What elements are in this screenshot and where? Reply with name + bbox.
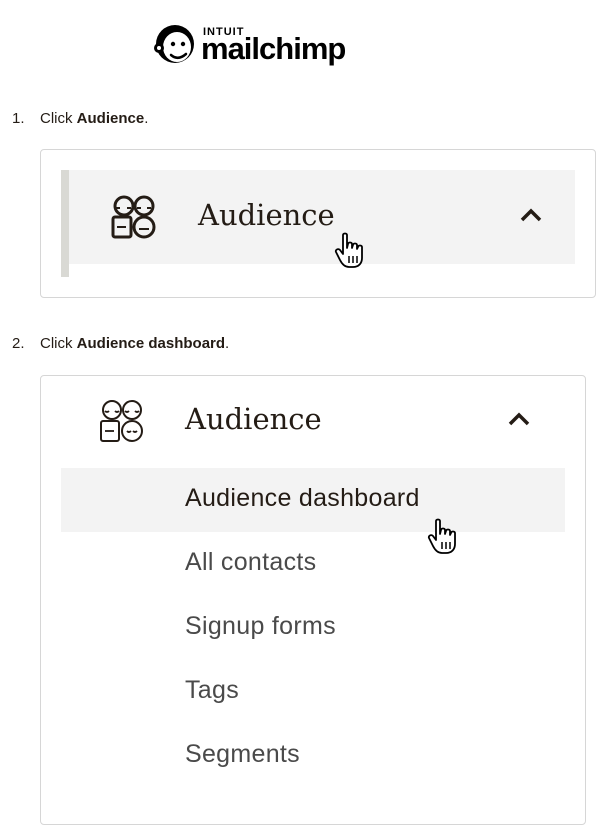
freddie-icon <box>154 25 194 63</box>
audience-icon <box>111 195 156 239</box>
submenu-item-tags[interactable]: Tags <box>185 676 239 705</box>
audience-menu-collapsed: Audience <box>40 149 596 298</box>
step-number: 1. <box>12 110 25 127</box>
hand-pointer-icon <box>427 518 456 554</box>
step-1-instruction: 1. Click Audience. <box>12 110 148 127</box>
step-target: Audience <box>76 110 145 127</box>
submenu-item-signup-forms[interactable]: Signup forms <box>185 612 336 641</box>
hand-pointer-icon <box>334 232 363 268</box>
mailchimp-logo: INTUIT mailchimp <box>151 22 367 70</box>
step-number: 2. <box>12 335 25 352</box>
active-indicator <box>61 170 69 277</box>
audience-label: Audience <box>198 198 335 232</box>
step-2-instruction: 2. Click Audience dashboard. <box>12 335 229 352</box>
logo-wordmark: mailchimp <box>201 31 346 66</box>
audience-menu-expanded: Audience Audience dashboard All contacts… <box>40 375 586 825</box>
step-suffix: . <box>144 110 149 127</box>
step-prefix: Click <box>40 110 77 127</box>
step-target: Audience dashboard <box>76 335 226 352</box>
step-suffix: . <box>225 335 230 352</box>
chevron-up-icon[interactable] <box>507 411 531 427</box>
chevron-up-icon[interactable] <box>519 207 543 223</box>
step-prefix: Click <box>40 335 77 352</box>
submenu-item-audience-dashboard[interactable]: Audience dashboard <box>185 484 420 513</box>
submenu-item-all-contacts[interactable]: All contacts <box>185 548 316 577</box>
audience-icon <box>100 400 143 442</box>
audience-label[interactable]: Audience <box>185 402 322 436</box>
submenu-item-segments[interactable]: Segments <box>185 740 300 769</box>
